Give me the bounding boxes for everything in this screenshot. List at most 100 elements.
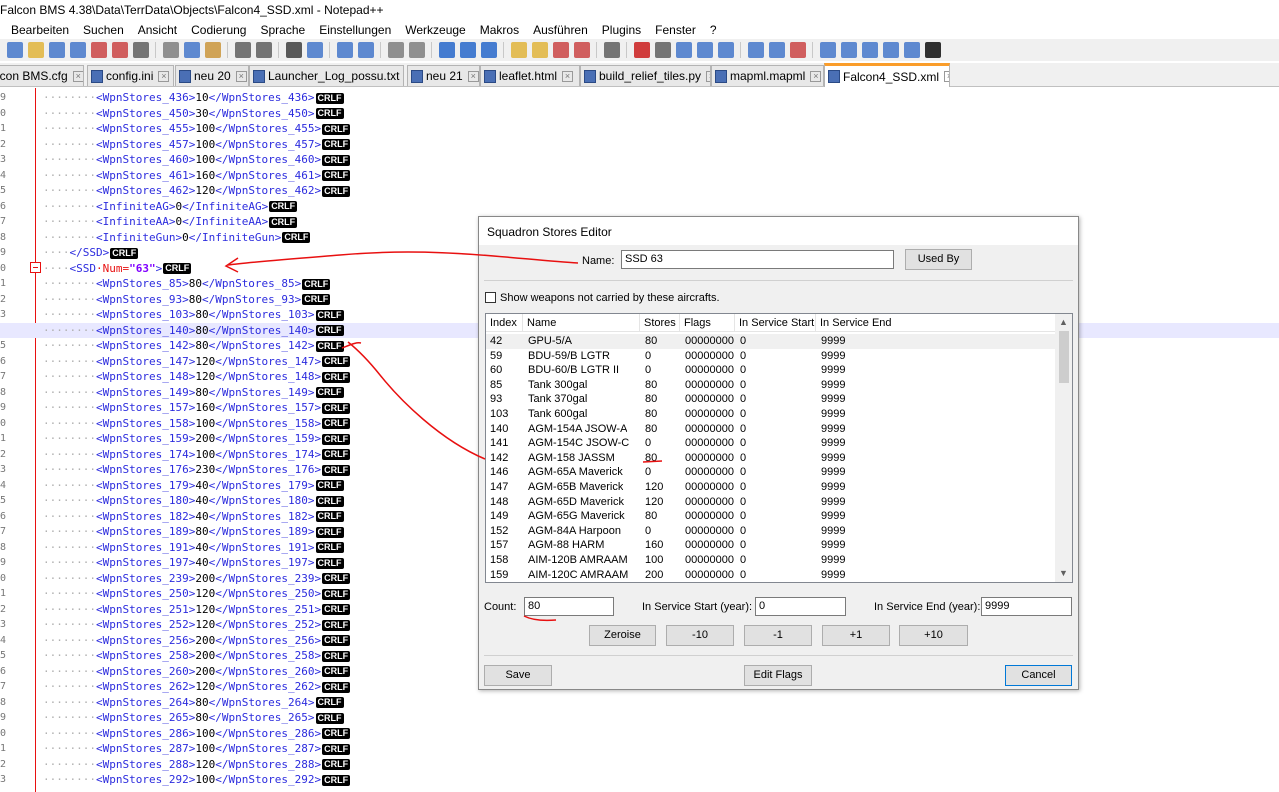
tab-file[interactable]: build_relief_tiles.py× xyxy=(580,65,711,86)
count-field[interactable]: 80 xyxy=(524,597,614,616)
tab-file[interactable]: config.ini × xyxy=(87,65,174,86)
tab-file[interactable]: neu 20 × xyxy=(175,65,249,86)
doc-map-icon[interactable] xyxy=(531,42,548,58)
name-field[interactable]: SSD 63 xyxy=(621,250,894,269)
menu-item[interactable]: Bearbeiten xyxy=(4,23,76,37)
find-icon[interactable] xyxy=(285,42,302,58)
list-row[interactable]: 42 GPU-5/A 80 00000000 0 9999 xyxy=(486,334,1056,349)
function-list-icon[interactable] xyxy=(552,42,569,58)
tab-close-icon[interactable]: × xyxy=(72,70,83,82)
up-icon[interactable] xyxy=(840,42,857,58)
paste-icon[interactable] xyxy=(204,42,221,58)
download-icon[interactable] xyxy=(747,42,764,58)
print-icon[interactable] xyxy=(132,42,149,58)
script-icon[interactable] xyxy=(924,42,941,58)
tab-close-icon[interactable]: × xyxy=(235,70,247,82)
tab-file[interactable]: mapml.mapml × xyxy=(711,65,824,86)
column-header[interactable]: In Service End xyxy=(816,314,1056,332)
list-row[interactable]: 147 AGM-65B Maverick 120 00000000 0 9999 xyxy=(486,480,1056,495)
menu-item[interactable]: Makros xyxy=(473,23,526,37)
save-button[interactable]: Save xyxy=(484,665,552,686)
list-row[interactable]: 59 BDU-59/B LGTR 0 00000000 0 9999 xyxy=(486,349,1056,364)
new-file-icon[interactable] xyxy=(6,42,23,58)
save-icon[interactable] xyxy=(48,42,65,58)
tab-close-icon[interactable]: × xyxy=(944,71,949,82)
stores-list[interactable]: Index Name Stores Flags In Service Start In S… xyxy=(485,313,1073,583)
folder-icon[interactable] xyxy=(510,42,527,58)
undo-icon[interactable] xyxy=(234,42,251,58)
show-all-chars-icon[interactable] xyxy=(459,42,476,58)
minus-10-button[interactable]: -10 xyxy=(666,625,734,646)
tab-close-icon[interactable]: × xyxy=(810,70,822,82)
browser-icon[interactable] xyxy=(573,42,590,58)
list-row[interactable]: 141 AGM-154C JSOW-C 0 00000000 0 9999 xyxy=(486,436,1056,451)
sync-horizontal-icon[interactable] xyxy=(408,42,425,58)
menu-item[interactable]: Ansicht xyxy=(131,23,184,37)
record-macro-icon[interactable] xyxy=(633,42,650,58)
list-row[interactable]: 60 BDU-60/B LGTR II 0 00000000 0 9999 xyxy=(486,363,1056,378)
list-row[interactable]: 85 Tank 300gal 80 00000000 0 9999 xyxy=(486,378,1056,393)
close-icon[interactable] xyxy=(90,42,107,58)
close-all-icon[interactable] xyxy=(111,42,128,58)
down-icon[interactable] xyxy=(861,42,878,58)
list-row[interactable]: 152 AGM-84A Harpoon 0 00000000 0 9999 xyxy=(486,524,1056,539)
list-row[interactable]: 159 AIM-120C AMRAAM 200 00000000 0 9999 xyxy=(486,568,1056,582)
save-macro-icon[interactable] xyxy=(717,42,734,58)
vertical-scrollbar[interactable]: ▲ ▼ xyxy=(1055,314,1072,582)
redo-icon[interactable] xyxy=(255,42,272,58)
list-row[interactable]: 157 AGM-88 HARM 160 00000000 0 9999 xyxy=(486,538,1056,553)
tab-close-icon[interactable]: × xyxy=(158,70,170,82)
cancel-button[interactable]: Cancel xyxy=(1005,665,1072,686)
fold-collapse-icon[interactable] xyxy=(30,262,41,273)
list-row[interactable]: 146 AGM-65A Maverick 0 00000000 0 9999 xyxy=(486,465,1056,480)
word-wrap-icon[interactable] xyxy=(438,42,455,58)
plus-1-button[interactable]: +1 xyxy=(822,625,890,646)
column-header[interactable]: Flags xyxy=(680,314,735,332)
table-icon[interactable] xyxy=(903,42,920,58)
tab-file[interactable]: Launcher_Log_possu.txt× xyxy=(249,65,404,86)
column-header[interactable]: In Service Start xyxy=(735,314,816,332)
tab-file[interactable]: Falcon4_SSD.xml × xyxy=(824,63,950,87)
in-service-start-field[interactable]: 0 xyxy=(755,597,846,616)
menu-item[interactable]: Suchen xyxy=(76,23,131,37)
list-row[interactable]: 93 Tank 370gal 80 00000000 0 9999 xyxy=(486,392,1056,407)
menu-item[interactable]: Plugins xyxy=(595,23,648,37)
in-service-end-field[interactable]: 9999 xyxy=(981,597,1072,616)
scroll-thumb[interactable] xyxy=(1059,331,1069,383)
compare-icon[interactable] xyxy=(789,42,806,58)
play-macro-icon[interactable] xyxy=(675,42,692,58)
scroll-up-icon[interactable]: ▲ xyxy=(1055,314,1072,331)
menu-item[interactable]: ? xyxy=(703,23,724,37)
used-by-button[interactable]: Used By xyxy=(905,249,972,270)
menu-item[interactable]: Sprache xyxy=(253,23,312,37)
column-header[interactable]: Index xyxy=(486,314,523,332)
list-row[interactable]: 158 AIM-120B AMRAAM 100 00000000 0 9999 xyxy=(486,553,1056,568)
indent-guide-icon[interactable] xyxy=(480,42,497,58)
column-header[interactable]: Name xyxy=(523,314,640,332)
sync-vertical-icon[interactable] xyxy=(387,42,404,58)
scroll-down-icon[interactable]: ▼ xyxy=(1055,565,1072,582)
cut-icon[interactable] xyxy=(162,42,179,58)
stop-macro-icon[interactable] xyxy=(654,42,671,58)
list-row[interactable]: 142 AGM-158 JASSM 80 00000000 0 9999 xyxy=(486,451,1056,466)
menu-item[interactable]: Ausführen xyxy=(526,23,595,37)
play-multiple-icon[interactable] xyxy=(696,42,713,58)
minus-1-button[interactable]: -1 xyxy=(744,625,812,646)
list-row[interactable]: 140 AGM-154A JSOW-A 80 00000000 0 9999 xyxy=(486,422,1056,437)
tab-file[interactable]: neu 21 × xyxy=(407,65,480,86)
edit-flags-button[interactable]: Edit Flags xyxy=(744,665,812,686)
menu-item[interactable]: Einstellungen xyxy=(312,23,398,37)
open-file-icon[interactable] xyxy=(27,42,44,58)
list-row[interactable]: 103 Tank 600gal 80 00000000 0 9999 xyxy=(486,407,1056,422)
zoom-out-icon[interactable] xyxy=(357,42,374,58)
list-row[interactable]: 149 AGM-65G Maverick 80 00000000 0 9999 xyxy=(486,509,1056,524)
show-weapons-checkbox[interactable] xyxy=(485,292,496,303)
monitor-icon[interactable] xyxy=(603,42,620,58)
column-header[interactable]: Stores xyxy=(640,314,680,332)
save-all-icon[interactable] xyxy=(69,42,86,58)
diff-icon[interactable] xyxy=(882,42,899,58)
tab-close-icon[interactable]: × xyxy=(562,70,574,82)
expand-icon[interactable] xyxy=(819,42,836,58)
menu-item[interactable]: Fenster xyxy=(648,23,703,37)
menu-item[interactable]: Codierung xyxy=(184,23,253,37)
